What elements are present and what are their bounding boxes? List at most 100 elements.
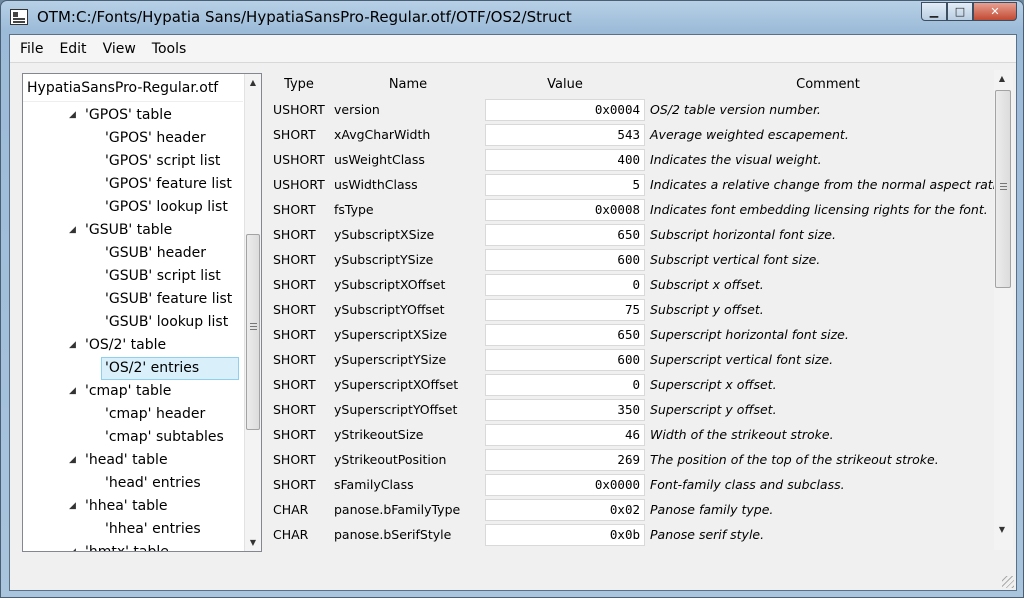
table-row: CHAR panose.bFamilyType 0x02 Panose family … (268, 497, 988, 522)
tree-root-file[interactable]: HypatiaSansPro-Regular.otf (27, 80, 218, 96)
struct-table: Type Name Value Comment USHORT version 0x0… (268, 73, 1014, 553)
value-field[interactable]: 46 (485, 424, 645, 446)
close-button[interactable]: ✕ (973, 2, 1017, 21)
table-row: SHORT ySuperscriptXSize 650 Superscript hor… (268, 322, 988, 347)
value-field[interactable]: 0 (485, 374, 645, 396)
expand-arrow-icon[interactable]: ◢ (69, 380, 76, 403)
tree-item[interactable]: ◢ 'hmtx' table (23, 541, 243, 552)
tree-item[interactable]: ◢ 'head' table (23, 449, 243, 472)
comment-cell: Superscript horizontal font size. (650, 327, 849, 342)
scroll-up-icon[interactable]: ▲ (245, 74, 261, 91)
value-field[interactable]: 75 (485, 299, 645, 321)
tree-item[interactable]: 'GSUB' feature list (23, 288, 243, 311)
resize-grip-icon[interactable] (1002, 576, 1014, 588)
tree-item[interactable]: ◢ 'GSUB' table (23, 219, 243, 242)
title-bar[interactable]: OTM:C:/Fonts/Hypatia Sans/HypatiaSansPro… (1, 1, 1023, 34)
tree-item[interactable]: ◢ 'hhea' table (23, 495, 243, 518)
tree-item[interactable]: 'GSUB' script list (23, 265, 243, 288)
tree-item[interactable]: 'OS/2' entries (23, 357, 243, 380)
value-field[interactable]: 5 (485, 174, 645, 196)
minimize-button[interactable]: ▁ (921, 2, 947, 21)
menu-file[interactable]: File (12, 35, 51, 63)
value-field[interactable]: 0 (485, 274, 645, 296)
column-header-type: Type (284, 77, 314, 92)
table-scrollbar[interactable]: ▲ ▼ (994, 70, 1013, 550)
maximize-button[interactable]: □ (947, 2, 973, 21)
menu-edit[interactable]: Edit (51, 35, 94, 63)
tree-item[interactable]: ◢ 'OS/2' table (23, 334, 243, 357)
tree-item[interactable]: 'head' entries (23, 472, 243, 495)
value-field[interactable]: 0x02 (485, 499, 645, 521)
column-header-name: Name (388, 77, 428, 92)
tree-item-label: 'cmap' table (85, 383, 172, 399)
value-field[interactable]: 600 (485, 349, 645, 371)
tree-item[interactable]: 'GPOS' header (23, 127, 243, 150)
table-row: SHORT sFamilyClass 0x0000 Font-family class… (268, 472, 988, 497)
menu-view[interactable]: View (95, 35, 144, 63)
value-field[interactable]: 543 (485, 124, 645, 146)
type-cell: SHORT (273, 377, 316, 392)
expand-arrow-icon[interactable]: ◢ (69, 219, 76, 242)
name-cell: ySubscriptXOffset (334, 277, 446, 292)
value-field[interactable]: 400 (485, 149, 645, 171)
scroll-down-icon[interactable]: ▼ (245, 534, 261, 551)
expand-arrow-icon[interactable]: ◢ (69, 449, 76, 472)
tree-scroll-thumb[interactable] (246, 234, 260, 430)
tree-item[interactable]: 'GSUB' header (23, 242, 243, 265)
expand-arrow-icon[interactable]: ◢ (69, 104, 76, 127)
menu-tools[interactable]: Tools (144, 35, 195, 63)
tree-item-label: 'GSUB' feature list (105, 291, 233, 307)
table-row: SHORT xAvgCharWidth 543 Average weighted es… (268, 122, 988, 147)
tree-item[interactable]: 'GPOS' lookup list (23, 196, 243, 219)
table-scroll-thumb[interactable] (995, 90, 1011, 288)
tree-scrollbar[interactable]: ▲ ▼ (244, 74, 261, 551)
value-field[interactable]: 0x0b (485, 524, 645, 546)
name-cell: fsType (334, 202, 374, 217)
scroll-down-icon[interactable]: ▼ (994, 521, 1010, 538)
type-cell: SHORT (273, 477, 316, 492)
name-cell: panose.bSerifStyle (334, 527, 452, 542)
name-cell: ySuperscriptYSize (334, 352, 447, 367)
tree-item[interactable]: 'cmap' header (23, 403, 243, 426)
tree-item-label: 'cmap' header (105, 406, 206, 422)
tree-item[interactable]: 'GPOS' feature list (23, 173, 243, 196)
tree-item-label: 'GPOS' script list (105, 153, 221, 169)
expand-arrow-icon[interactable]: ◢ (69, 495, 76, 518)
name-cell: panose.bFamilyType (334, 502, 461, 517)
app-icon[interactable] (10, 9, 28, 25)
table-row: USHORT usWeightClass 400 Indicates the visu… (268, 147, 988, 172)
value-field[interactable]: 600 (485, 249, 645, 271)
table-row: SHORT ySubscriptYOffset 75 Subscript y offs… (268, 297, 988, 322)
value-field[interactable]: 0x0000 (485, 474, 645, 496)
name-cell: sFamilyClass (334, 477, 414, 492)
value-field[interactable]: 0x0008 (485, 199, 645, 221)
tree-view[interactable]: HypatiaSansPro-Regular.otf ◢ 'GPOS' table… (22, 73, 262, 552)
tree-item[interactable]: ◢ 'GPOS' table (23, 104, 243, 127)
type-cell: SHORT (273, 127, 316, 142)
value-field[interactable]: 650 (485, 324, 645, 346)
tree-items: ◢ 'GPOS' table 'GPOS' header 'GPOS' script … (23, 104, 243, 552)
expand-arrow-icon[interactable]: ◢ (69, 334, 76, 357)
tree-item-label: 'GSUB' header (105, 245, 207, 261)
window-title: OTM:C:/Fonts/Hypatia Sans/HypatiaSansPro… (37, 8, 572, 26)
tree-item-label: 'cmap' subtables (105, 429, 224, 445)
grip-icon (250, 323, 257, 324)
value-field[interactable]: 0x0004 (485, 99, 645, 121)
tree-item-label: 'GPOS' feature list (105, 176, 232, 192)
expand-arrow-icon[interactable]: ◢ (69, 541, 76, 551)
tree-item[interactable]: 'hhea' entries (23, 518, 243, 541)
comment-cell: Indicates font embedding licensing right… (650, 202, 988, 217)
tree-item-label: 'hmtx' table (85, 544, 169, 552)
tree-item[interactable]: ◢ 'cmap' table (23, 380, 243, 403)
app-window: OTM:C:/Fonts/Hypatia Sans/HypatiaSansPro… (0, 0, 1024, 598)
type-cell: SHORT (273, 202, 316, 217)
name-cell: xAvgCharWidth (334, 127, 431, 142)
value-field[interactable]: 350 (485, 399, 645, 421)
scroll-up-icon[interactable]: ▲ (994, 70, 1010, 87)
tree-item[interactable]: 'cmap' subtables (23, 426, 243, 449)
tree-item[interactable]: 'GSUB' lookup list (23, 311, 243, 334)
tree-item[interactable]: 'GPOS' script list (23, 150, 243, 173)
value-field[interactable]: 650 (485, 224, 645, 246)
value-field[interactable]: 269 (485, 449, 645, 471)
type-cell: SHORT (273, 452, 316, 467)
